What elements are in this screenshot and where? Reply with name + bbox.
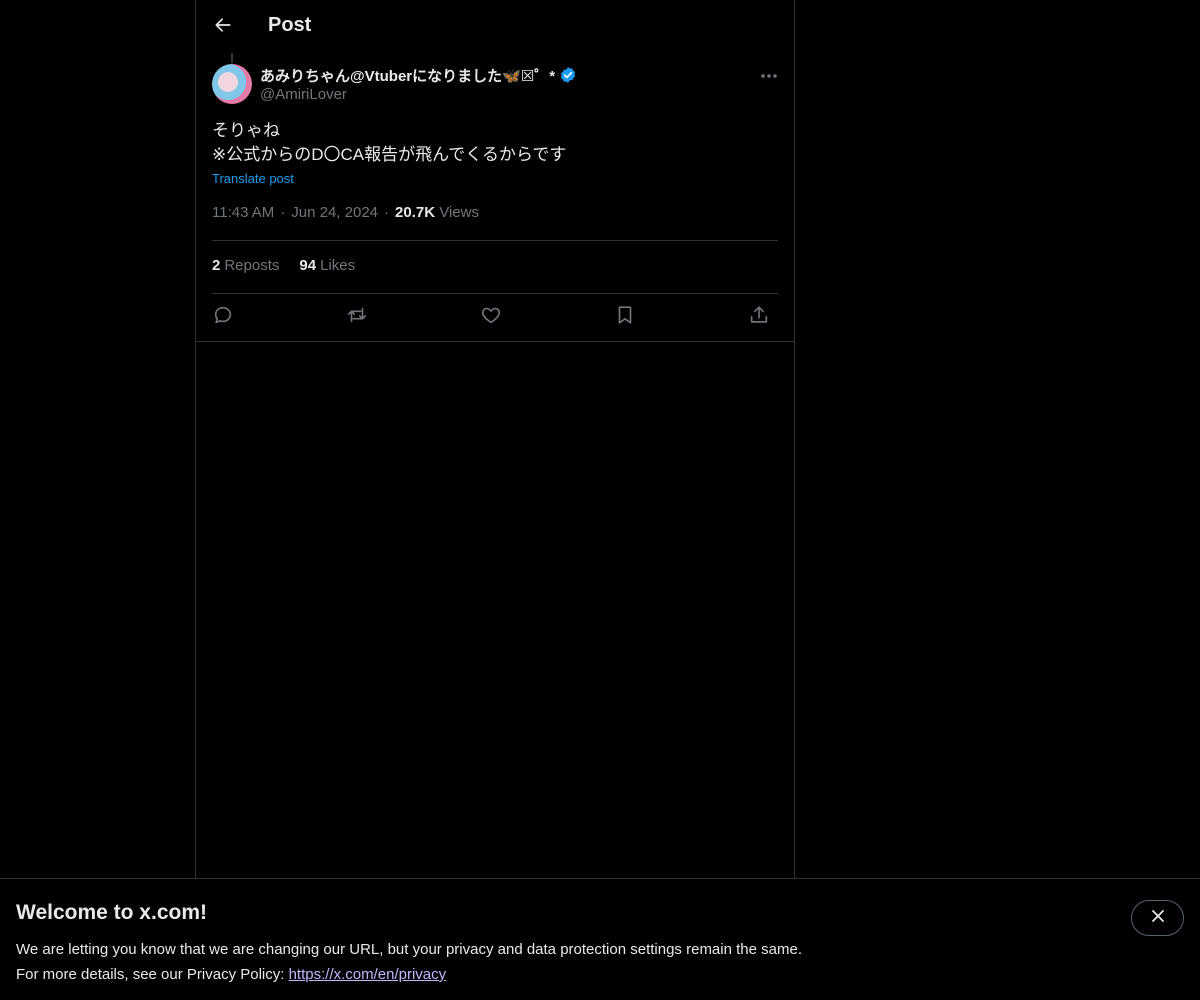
meta-separator: · <box>384 204 390 221</box>
reposts-stat[interactable]: 2 Reposts <box>212 257 279 274</box>
heart-icon <box>480 304 502 331</box>
banner-line: We are letting you know that we are chan… <box>16 941 802 958</box>
post-text: そりゃね ※公式からのD〇CA報告が飛んでくるからです <box>212 119 778 167</box>
bookmark-button[interactable] <box>608 301 642 333</box>
views-label: Views <box>439 204 479 221</box>
post-date[interactable]: Jun 24, 2024 <box>291 204 378 221</box>
post-bottom-border <box>196 341 794 342</box>
verified-badge-icon <box>559 66 577 84</box>
ellipsis-icon <box>760 66 778 84</box>
page-title: Post <box>268 14 312 36</box>
more-button[interactable] <box>752 64 786 86</box>
reposts-count: 2 <box>212 257 221 274</box>
translate-post-link[interactable]: Translate post <box>212 171 294 186</box>
likes-count: 94 <box>299 257 317 274</box>
banner-line: For more details, see our Privacy Policy… <box>16 962 802 987</box>
share-button[interactable] <box>742 301 776 333</box>
banner-title: Welcome to x.com! <box>16 901 207 924</box>
avatar[interactable] <box>212 64 252 104</box>
repost-button[interactable] <box>340 301 374 333</box>
thread-connector <box>231 53 233 63</box>
arrow-left-icon <box>213 15 233 40</box>
banner-line-prefix: For more details, see our Privacy Policy… <box>16 966 289 983</box>
main-column: Post あみりちゃん@Vtuberになりました🦋☒゜* @AmiriLover… <box>195 0 795 1000</box>
close-banner-button[interactable] <box>1131 900 1184 936</box>
author-name-row[interactable]: あみりちゃん@Vtuberになりました🦋☒゜* <box>260 64 577 86</box>
author-display-name[interactable]: あみりちゃん@Vtuberになりました🦋☒゜* <box>260 65 555 86</box>
meta-separator: · <box>280 204 286 221</box>
reply-icon <box>212 304 234 331</box>
views-count: 20.7K <box>395 204 436 221</box>
post-text-line: そりゃね <box>212 121 280 140</box>
reposts-label: Reposts <box>224 257 280 274</box>
likes-label: Likes <box>320 257 356 274</box>
welcome-banner: Welcome to x.com! We are letting you kno… <box>0 878 1200 1000</box>
banner-message: We are letting you know that we are chan… <box>16 937 802 987</box>
repost-icon <box>346 304 368 331</box>
share-icon <box>748 304 770 331</box>
action-bar <box>212 301 778 333</box>
divider <box>212 293 778 294</box>
divider <box>212 240 778 241</box>
reply-button[interactable] <box>206 301 240 333</box>
privacy-policy-link[interactable]: https://x.com/en/privacy <box>289 966 447 983</box>
back-button[interactable] <box>206 10 240 44</box>
views-count-group: 20.7K Views <box>395 204 479 221</box>
post-meta: 11:43 AM · Jun 24, 2024 · 20.7K Views <box>212 204 479 221</box>
like-button[interactable] <box>474 301 508 333</box>
post-time[interactable]: 11:43 AM <box>212 204 274 221</box>
page-header: Post <box>196 0 794 53</box>
engagement-stats: 2 Reposts 94 Likes <box>212 257 355 274</box>
close-icon <box>1150 908 1166 929</box>
likes-stat[interactable]: 94 Likes <box>299 257 355 274</box>
author-handle[interactable]: @AmiriLover <box>260 86 347 103</box>
bookmark-icon <box>614 304 636 331</box>
post-text-line: ※公式からのD〇CA報告が飛んでくるからです <box>212 145 567 164</box>
